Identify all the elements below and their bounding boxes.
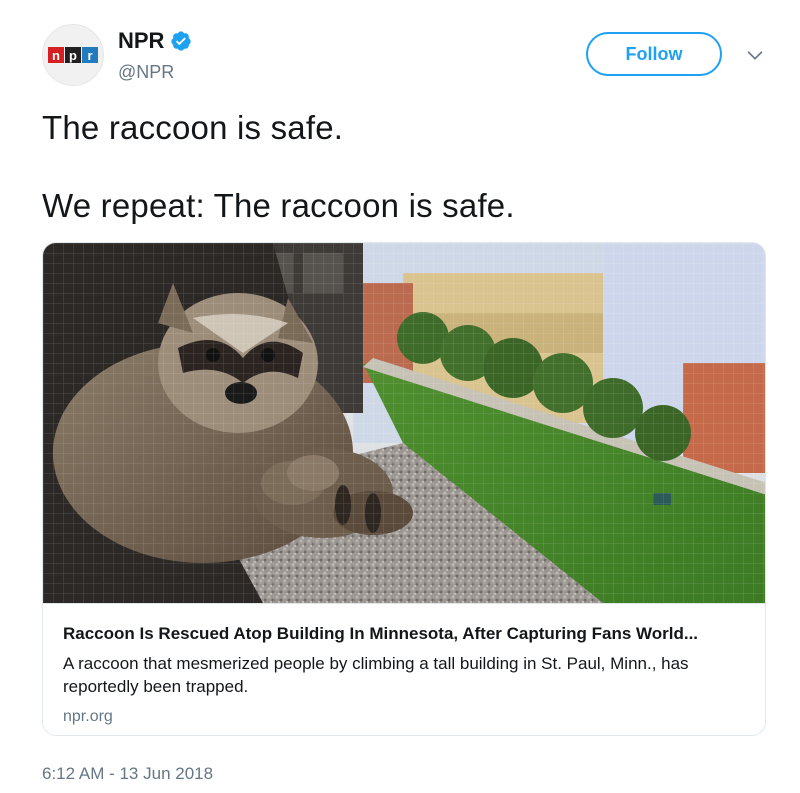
author-name-row: NPR xyxy=(118,28,192,54)
tweet-text: The raccoon is safe. We repeat: The racc… xyxy=(42,108,762,226)
link-card-domain: npr.org xyxy=(63,708,113,725)
link-card-description: A raccoon that mesmerized people by clim… xyxy=(63,654,689,696)
npr-logo-letter: r xyxy=(82,47,98,63)
npr-logo: n p r xyxy=(48,47,98,63)
author-display-name[interactable]: NPR xyxy=(118,28,164,54)
link-card[interactable]: Raccoon Is Rescued Atop Building In Minn… xyxy=(42,242,766,736)
npr-logo-letter: n xyxy=(48,47,64,63)
raccoon-photo[interactable] xyxy=(43,243,766,603)
tweet-timestamp[interactable]: 6:12 AM - 13 Jun 2018 xyxy=(42,764,213,784)
follow-button[interactable]: Follow xyxy=(586,32,722,76)
tweet: n p r NPR @NPR Follow The raccoon is saf… xyxy=(0,0,800,793)
link-card-title[interactable]: Raccoon Is Rescued Atop Building In Minn… xyxy=(63,624,747,644)
npr-logo-letter: p xyxy=(65,47,81,63)
tweet-text-line: We repeat: The raccoon is safe. xyxy=(42,187,515,224)
tweet-text-line: The raccoon is safe. xyxy=(42,109,344,146)
author-handle[interactable]: @NPR xyxy=(118,62,174,83)
link-card-body[interactable]: Raccoon Is Rescued Atop Building In Minn… xyxy=(43,603,765,735)
avatar[interactable]: n p r xyxy=(42,24,104,86)
verified-badge-icon xyxy=(171,31,192,51)
chevron-down-icon[interactable] xyxy=(744,44,766,66)
